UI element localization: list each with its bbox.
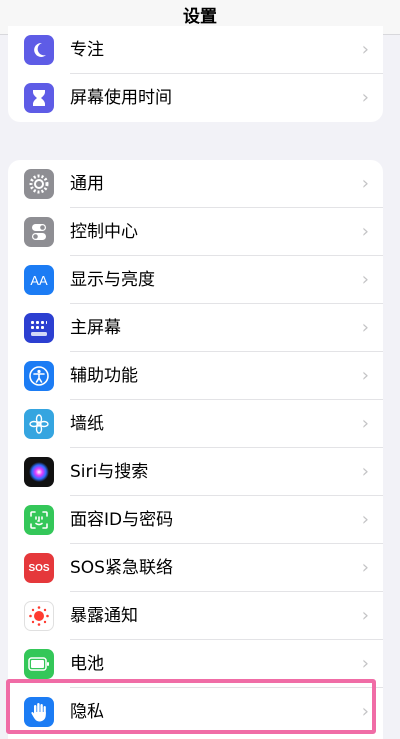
chevron-right-icon: › xyxy=(361,173,369,194)
chevron-right-icon: › xyxy=(361,509,369,530)
chevron-right-icon: › xyxy=(361,557,369,578)
settings-row-general[interactable]: 通用 › xyxy=(8,160,383,208)
settings-row-label: Siri与搜索 xyxy=(70,462,149,482)
flower-icon xyxy=(24,409,54,439)
text-size-icon: AA xyxy=(24,265,54,295)
moon-icon xyxy=(24,35,54,65)
exposure-icon xyxy=(24,601,54,631)
accessibility-icon xyxy=(24,361,54,391)
settings-row-label: 屏幕使用时间 xyxy=(70,88,172,108)
chevron-right-icon: › xyxy=(361,461,369,482)
home-grid-icon xyxy=(24,313,54,343)
settings-row-siri-search[interactable]: Siri与搜索 › xyxy=(8,448,383,496)
hourglass-icon xyxy=(24,83,54,113)
chevron-right-icon: › xyxy=(361,653,369,674)
settings-row-emergency-sos[interactable]: SOS SOS紧急联络 › xyxy=(8,544,383,592)
hand-icon xyxy=(24,697,54,727)
settings-row-label: 墙纸 xyxy=(70,414,104,434)
settings-row-label: 显示与亮度 xyxy=(70,270,155,290)
chevron-right-icon: › xyxy=(361,365,369,386)
text-size-icon-text: AA xyxy=(30,272,48,288)
chevron-right-icon: › xyxy=(361,221,369,242)
settings-row-screen-time[interactable]: 屏幕使用时间 › xyxy=(8,74,383,122)
siri-icon xyxy=(24,457,54,487)
chevron-right-icon: › xyxy=(361,317,369,338)
settings-row-display-brightness[interactable]: AA 显示与亮度 › xyxy=(8,256,383,304)
settings-row-label: 面容ID与密码 xyxy=(70,510,174,530)
chevron-right-icon: › xyxy=(361,605,369,626)
chevron-right-icon: › xyxy=(361,87,369,108)
toggles-icon xyxy=(24,217,54,247)
settings-row-label: 隐私 xyxy=(70,702,104,722)
page-title: 设置 xyxy=(183,7,217,27)
settings-row-wallpaper[interactable]: 墙纸 › xyxy=(8,400,383,448)
settings-row-focus[interactable]: 专注 › xyxy=(8,26,383,74)
settings-row-label: 辅助功能 xyxy=(70,366,138,386)
settings-row-accessibility[interactable]: 辅助功能 › xyxy=(8,352,383,400)
settings-row-privacy[interactable]: 隐私 › xyxy=(8,688,383,736)
settings-group-focus: 专注 › 屏幕使用时间 › xyxy=(8,26,383,122)
settings-row-label: SOS紧急联络 xyxy=(70,558,173,578)
sos-icon-text: SOS xyxy=(28,562,50,574)
settings-row-control-center[interactable]: 控制中心 › xyxy=(8,208,383,256)
settings-row-label: 专注 xyxy=(70,40,104,60)
settings-row-home-screen[interactable]: 主屏幕 › xyxy=(8,304,383,352)
settings-row-label: 暴露通知 xyxy=(70,606,138,626)
gear-icon xyxy=(24,169,54,199)
settings-row-label: 通用 xyxy=(70,174,104,194)
sos-icon: SOS xyxy=(24,553,54,583)
chevron-right-icon: › xyxy=(361,701,369,722)
settings-row-label: 电池 xyxy=(70,654,104,674)
face-id-icon xyxy=(24,505,54,535)
chevron-right-icon: › xyxy=(361,39,369,60)
settings-row-battery[interactable]: 电池 › xyxy=(8,640,383,688)
settings-row-label: 主屏幕 xyxy=(70,318,121,338)
settings-group-general: 通用 › 控制中心 › AA 显示与亮度 › 主屏幕 › 辅助功能 › 墙纸 ›… xyxy=(8,160,383,739)
chevron-right-icon: › xyxy=(361,269,369,290)
battery-icon xyxy=(24,649,54,679)
settings-row-face-id[interactable]: 面容ID与密码 › xyxy=(8,496,383,544)
chevron-right-icon: › xyxy=(361,413,369,434)
settings-row-label: 控制中心 xyxy=(70,222,138,242)
settings-row-exposure-notifications[interactable]: 暴露通知 › xyxy=(8,592,383,640)
